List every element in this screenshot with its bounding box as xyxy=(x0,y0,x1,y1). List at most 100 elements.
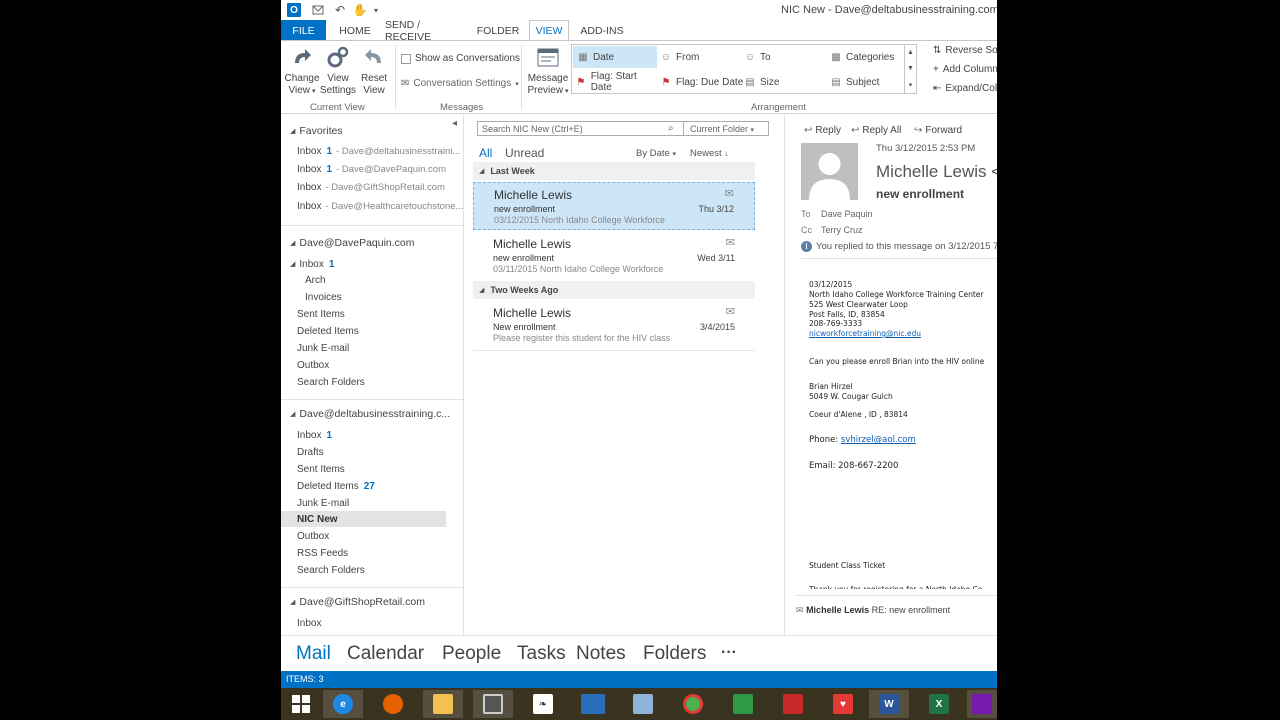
gallery-more-icon[interactable]: ▾ xyxy=(909,81,913,89)
folder-junk[interactable]: Junk E-mail xyxy=(281,495,463,511)
sort-order-toggle[interactable]: Newest ↓ xyxy=(690,148,728,159)
show-as-conversations-checkbox[interactable]: Show as Conversations xyxy=(401,53,520,64)
touch-mode-icon[interactable]: ✋ xyxy=(353,2,368,18)
message-item[interactable]: Michelle Lewis new enrollment 03/11/2015… xyxy=(473,232,755,280)
body-link[interactable]: nicworkforcetraining@nic.edu xyxy=(809,329,921,338)
filter-all[interactable]: All xyxy=(479,146,492,160)
send-receive-icon[interactable] xyxy=(311,2,325,18)
search-input[interactable]: Search NIC New (Ctrl+E) ⌕ Current Folder… xyxy=(477,121,769,136)
word-icon[interactable]: W xyxy=(869,690,909,718)
arrange-by-flag-start[interactable]: ⚑ Flag: Start Date xyxy=(575,71,659,93)
body-link[interactable]: svhirzel@aol.com xyxy=(841,435,916,445)
folder-junk[interactable]: Junk E-mail xyxy=(281,340,463,356)
arrange-by-from[interactable]: ☺ From xyxy=(660,46,740,68)
favorite-inbox[interactable]: Inbox 1- Dave@DavePaquin.com xyxy=(281,161,463,177)
forward-button[interactable]: ↪ Forward xyxy=(914,125,962,136)
excel-icon[interactable]: X xyxy=(919,690,959,718)
message-item[interactable]: Michelle Lewis new enrollment 03/12/2015… xyxy=(473,182,755,230)
arrange-by-date[interactable]: ▦ Date xyxy=(573,46,657,68)
scroll-up-icon[interactable]: ▲ xyxy=(907,49,914,56)
favorite-inbox[interactable]: Inbox - Dave@Healthcaretouchstone.... xyxy=(281,198,463,214)
folder-search-folders[interactable]: Search Folders xyxy=(281,374,463,390)
folder-sent-items[interactable]: Sent Items xyxy=(281,306,463,322)
folder-deleted-items[interactable]: Deleted Items xyxy=(281,323,463,339)
search-icon[interactable]: ⌕ xyxy=(668,123,674,134)
search-scope-dropdown[interactable]: Current Folder ▾ xyxy=(683,122,769,135)
reply-all-button[interactable]: ↩ Reply All xyxy=(851,125,901,136)
folder-nic-new[interactable]: NIC New xyxy=(281,511,446,527)
conversation-item[interactable]: ✉ Michelle Lewis RE: new enrollment xyxy=(796,605,950,616)
change-view-button[interactable]: Change View ▾ xyxy=(283,45,321,98)
arrange-by-subject[interactable]: ▤ Subject xyxy=(830,71,910,93)
health-icon[interactable]: ♥ xyxy=(823,690,863,718)
nav-more-button[interactable]: ··· xyxy=(721,644,737,662)
tab-view[interactable]: VIEW xyxy=(529,20,569,41)
folder-outbox[interactable]: Outbox xyxy=(281,357,463,373)
account-header[interactable]: ◢ Dave@DavePaquin.com xyxy=(281,235,463,251)
app-icon[interactable]: ❧ xyxy=(523,690,563,718)
windows-start-icon[interactable] xyxy=(281,690,321,718)
expand-collapse-button[interactable]: ⇤Expand/Collapse xyxy=(933,83,997,94)
undo-icon[interactable]: ↶ xyxy=(333,2,347,18)
avatar[interactable] xyxy=(801,143,858,200)
account-header[interactable]: ◢ Dave@GiftShopRetail.com xyxy=(281,594,463,610)
recipient-to[interactable]: Dave Paquin xyxy=(821,209,873,219)
nav-tasks[interactable]: Tasks xyxy=(517,643,566,665)
scroll-down-icon[interactable]: ▼ xyxy=(907,65,914,72)
sender-name[interactable]: Michelle Lewis < xyxy=(876,162,997,182)
customize-toolbar-icon[interactable]: ▾ xyxy=(371,2,381,18)
nav-folders[interactable]: Folders xyxy=(643,643,706,665)
folder-inbox[interactable]: Inbox xyxy=(281,615,463,631)
nfl-icon[interactable] xyxy=(773,690,813,718)
gallery-scroll[interactable]: ▲ ▼ ▾ xyxy=(904,45,916,93)
lenovo-icon[interactable] xyxy=(573,690,613,718)
favorites-header[interactable]: ◢ Favorites xyxy=(281,123,463,139)
tab-add-ins[interactable]: ADD-INS xyxy=(575,20,629,41)
chrome-icon[interactable] xyxy=(673,690,713,718)
folder-inbox[interactable]: ◢ Inbox 1 xyxy=(281,256,463,272)
favorite-inbox[interactable]: Inbox - Dave@GiftShopRetail.com xyxy=(281,179,463,195)
folder-arch[interactable]: Arch xyxy=(281,272,463,288)
folder-rss-feeds[interactable]: RSS Feeds xyxy=(281,545,463,561)
folder-search-folders[interactable]: Search Folders xyxy=(281,562,463,578)
arrange-by-size[interactable]: ▤ Size xyxy=(744,71,824,93)
onenote-icon[interactable] xyxy=(967,690,997,718)
store-icon[interactable] xyxy=(723,690,763,718)
sort-by-dropdown[interactable]: By Date ▾ xyxy=(636,148,676,159)
remote-desktop-icon[interactable] xyxy=(623,690,663,718)
recorder-icon[interactable] xyxy=(473,690,513,718)
tab-send-receive[interactable]: SEND / RECEIVE xyxy=(385,19,467,43)
conversation-settings-dropdown[interactable]: ✉ Conversation Settings ▾ xyxy=(401,78,519,89)
reverse-sort-button[interactable]: ⇅Reverse Sort xyxy=(933,45,997,56)
file-explorer-icon[interactable] xyxy=(423,690,463,718)
account-header[interactable]: ◢ Dave@deltabusinesstraining.c... xyxy=(281,406,463,422)
folder-sent-items[interactable]: Sent Items xyxy=(281,461,463,477)
folder-drafts[interactable]: Drafts xyxy=(281,444,463,460)
message-preview-button[interactable]: Message Preview ▾ xyxy=(527,45,569,98)
nav-calendar[interactable]: Calendar xyxy=(347,643,424,665)
reply-button[interactable]: ↩ Reply xyxy=(804,125,841,136)
folder-deleted-items[interactable]: Deleted Items 27 xyxy=(281,478,463,494)
nav-mail[interactable]: Mail xyxy=(296,643,331,665)
arrange-by-categories[interactable]: ▩ Categories xyxy=(830,46,910,68)
filter-unread[interactable]: Unread xyxy=(505,146,544,160)
nav-people[interactable]: People xyxy=(442,643,501,665)
folder-outbox[interactable]: Outbox xyxy=(281,528,463,544)
nav-notes[interactable]: Notes xyxy=(576,643,626,665)
arrange-by-to[interactable]: ☺ To xyxy=(744,46,824,68)
recipient-cc[interactable]: Terry Cruz xyxy=(821,225,863,235)
reset-view-button[interactable]: Reset View xyxy=(357,45,391,97)
group-header-two-weeks-ago[interactable]: ◢ Two Weeks Ago xyxy=(473,281,755,299)
firefox-icon[interactable] xyxy=(373,690,413,718)
add-columns-button[interactable]: + Add Columns xyxy=(933,64,997,75)
tab-home[interactable]: HOME xyxy=(331,20,379,41)
replied-infobar[interactable]: i You replied to this message on 3/12/201… xyxy=(801,241,997,252)
folder-invoices[interactable]: Invoices xyxy=(281,289,463,305)
view-settings-button[interactable]: View Settings xyxy=(319,45,357,97)
internet-explorer-icon[interactable]: e xyxy=(323,690,363,718)
folder-inbox[interactable]: Inbox 1 xyxy=(281,427,463,443)
message-item[interactable]: Michelle Lewis New enrollment Please reg… xyxy=(473,301,755,349)
arrange-by-flag-due[interactable]: ⚑ Flag: Due Date xyxy=(660,71,744,93)
group-header-last-week[interactable]: ◢ Last Week xyxy=(473,162,755,180)
tab-folder[interactable]: FOLDER xyxy=(473,20,523,41)
